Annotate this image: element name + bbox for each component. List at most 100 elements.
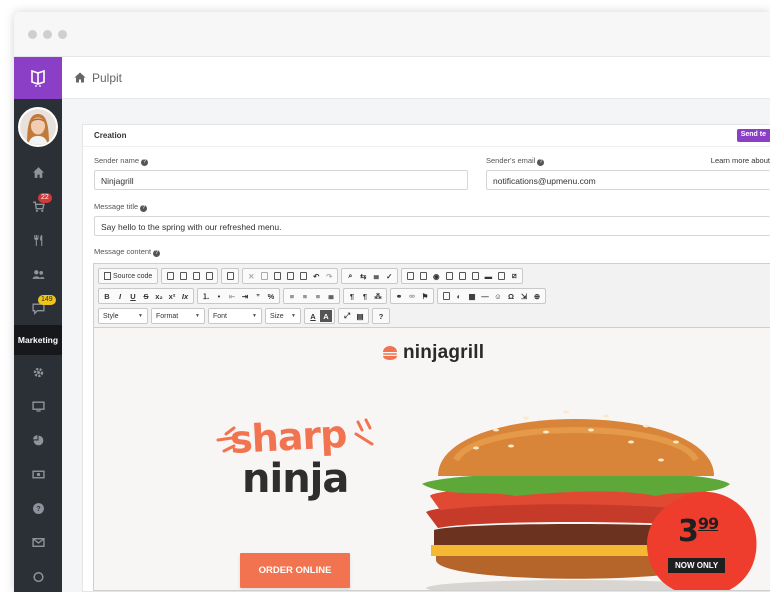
align-left-button[interactable]: ≡ — [286, 290, 298, 302]
order-online-button[interactable]: ORDER ONLINE — [240, 553, 350, 588]
align-justify-button[interactable]: ≣ — [325, 290, 337, 302]
language-button[interactable]: ⁂ — [372, 290, 384, 302]
copy-button[interactable] — [258, 270, 270, 282]
form-button[interactable] — [404, 270, 416, 282]
sender-name-field[interactable]: Ninjagrill — [94, 170, 468, 190]
breadcrumb[interactable]: Pulpit — [92, 71, 122, 85]
bulleted-list-button[interactable]: • — [213, 290, 225, 302]
iframe-button[interactable]: ⊕ — [531, 290, 543, 302]
help-icon[interactable]: ? — [141, 159, 149, 166]
div-button[interactable]: % — [265, 290, 277, 302]
sidebar-item-power[interactable] — [14, 559, 62, 592]
remove-format-button[interactable]: Ix — [179, 290, 191, 302]
outdent-button[interactable]: ⇤ — [226, 290, 238, 302]
learn-more-link[interactable]: Learn more about — [711, 156, 770, 165]
format-select[interactable]: Format ▼ — [151, 308, 205, 324]
paste-text-button[interactable] — [284, 270, 296, 282]
align-right-button[interactable]: ≡ — [312, 290, 324, 302]
source-code-button[interactable]: Source code — [101, 272, 155, 280]
window-titlebar — [14, 12, 770, 57]
sender-email-field[interactable]: notifications@upmenu.com — [486, 170, 770, 190]
avatar[interactable] — [18, 107, 58, 147]
cut-button[interactable]: ✕ — [245, 270, 257, 282]
underline-button[interactable]: U — [127, 290, 139, 302]
help-icon[interactable]: ? — [153, 250, 161, 257]
help-icon[interactable]: ? — [140, 205, 148, 212]
unlink-button[interactable]: ⚮ — [406, 290, 418, 302]
textfield-button[interactable] — [443, 270, 455, 282]
sidebar-item-customers[interactable] — [14, 257, 62, 291]
bold-button[interactable]: B — [101, 290, 113, 302]
anchor-button[interactable]: ⚑ — [419, 290, 431, 302]
checkbox-button[interactable] — [417, 270, 429, 282]
message-title-field[interactable]: Say hello to the spring with our refresh… — [94, 216, 770, 236]
find-button[interactable]: ⌕ — [344, 270, 356, 282]
sidebar-item-messages[interactable]: 149 — [14, 291, 62, 325]
rtl-button[interactable]: ¶ — [359, 290, 371, 302]
ltr-button[interactable]: ¶ — [346, 290, 358, 302]
sidebar-item-mail[interactable] — [14, 525, 62, 559]
replace-button[interactable]: ⇆ — [357, 270, 369, 282]
print-button[interactable] — [203, 270, 215, 282]
smiley-button[interactable]: ☺ — [492, 290, 504, 302]
sidebar-section-marketing[interactable]: Marketing — [14, 325, 62, 355]
sidebar-item-settings[interactable] — [14, 355, 62, 389]
superscript-button[interactable]: x² — [166, 290, 178, 302]
special-char-button[interactable]: Ω — [505, 290, 517, 302]
redo-button[interactable]: ↷ — [323, 270, 335, 282]
link-button[interactable]: ⚭ — [393, 290, 405, 302]
window-control-maximize[interactable] — [58, 29, 67, 39]
sidebar-item-reports[interactable] — [14, 423, 62, 457]
indent-button[interactable]: ⇥ — [239, 290, 251, 302]
table-button[interactable]: ▦ — [466, 290, 478, 302]
text-color-button[interactable]: A — [307, 310, 319, 322]
maximize-button[interactable]: ⤢ — [341, 310, 353, 322]
paste-word-button[interactable] — [297, 270, 309, 282]
textarea-button[interactable] — [456, 270, 468, 282]
new-page-button[interactable] — [177, 270, 189, 282]
undo-button[interactable]: ↶ — [310, 270, 322, 282]
align-center-button[interactable]: ≡ — [299, 290, 311, 302]
button-button[interactable]: ▬ — [482, 270, 494, 282]
font-select[interactable]: Font ▼ — [208, 308, 262, 324]
sidebar-item-menu[interactable] — [14, 223, 62, 257]
app-logo[interactable] — [14, 57, 62, 99]
message-title-label-text: Message title — [94, 202, 139, 211]
image-button[interactable] — [440, 290, 452, 302]
flash-button[interactable]: ◐ — [453, 290, 465, 302]
bg-color-button[interactable]: A — [320, 310, 332, 322]
send-test-button[interactable]: Send te — [736, 129, 770, 142]
italic-button[interactable]: I — [114, 290, 126, 302]
window-control-close[interactable] — [28, 29, 37, 39]
help-icon[interactable]: ? — [537, 159, 545, 166]
strike-button[interactable]: S — [140, 290, 152, 302]
hidden-field-button[interactable]: ⧄ — [508, 270, 520, 282]
help-button[interactable]: ? — [375, 310, 387, 322]
window-control-minimize[interactable] — [43, 29, 52, 39]
sidebar-item-orders[interactable]: 22 — [14, 189, 62, 223]
image-button-button[interactable] — [495, 270, 507, 282]
horizontal-rule-button[interactable]: ― — [479, 290, 491, 302]
select-all-button[interactable]: ≣ — [370, 270, 382, 282]
page-break-button[interactable]: ⇲ — [518, 290, 530, 302]
subscript-button[interactable]: x₂ — [153, 290, 165, 302]
numbered-list-button[interactable]: ⒈ — [200, 290, 212, 302]
preview-button[interactable] — [190, 270, 202, 282]
paste-button[interactable] — [271, 270, 283, 282]
sidebar-item-help[interactable]: ? — [14, 491, 62, 525]
save-button[interactable] — [164, 270, 176, 282]
style-select[interactable]: Style ▼ — [98, 308, 148, 324]
show-blocks-button[interactable]: ▤ — [354, 310, 366, 322]
spellcheck-button[interactable]: ✓ — [383, 270, 395, 282]
sidebar-item-website[interactable] — [14, 389, 62, 423]
editor-canvas[interactable]: ninjagrill sharp ninja ORDER ONLINE 399 … — [94, 328, 770, 590]
user-avatar-area[interactable] — [14, 99, 62, 155]
sidebar-item-home[interactable] — [14, 155, 62, 189]
select-button[interactable] — [469, 270, 481, 282]
sidebar-item-payments[interactable] — [14, 457, 62, 491]
templates-button[interactable] — [224, 270, 236, 282]
fork-knife-icon — [33, 234, 42, 246]
size-select[interactable]: Size ▼ — [265, 308, 301, 324]
radio-button[interactable]: ◉ — [430, 270, 442, 282]
blockquote-button[interactable]: ” — [252, 290, 264, 302]
